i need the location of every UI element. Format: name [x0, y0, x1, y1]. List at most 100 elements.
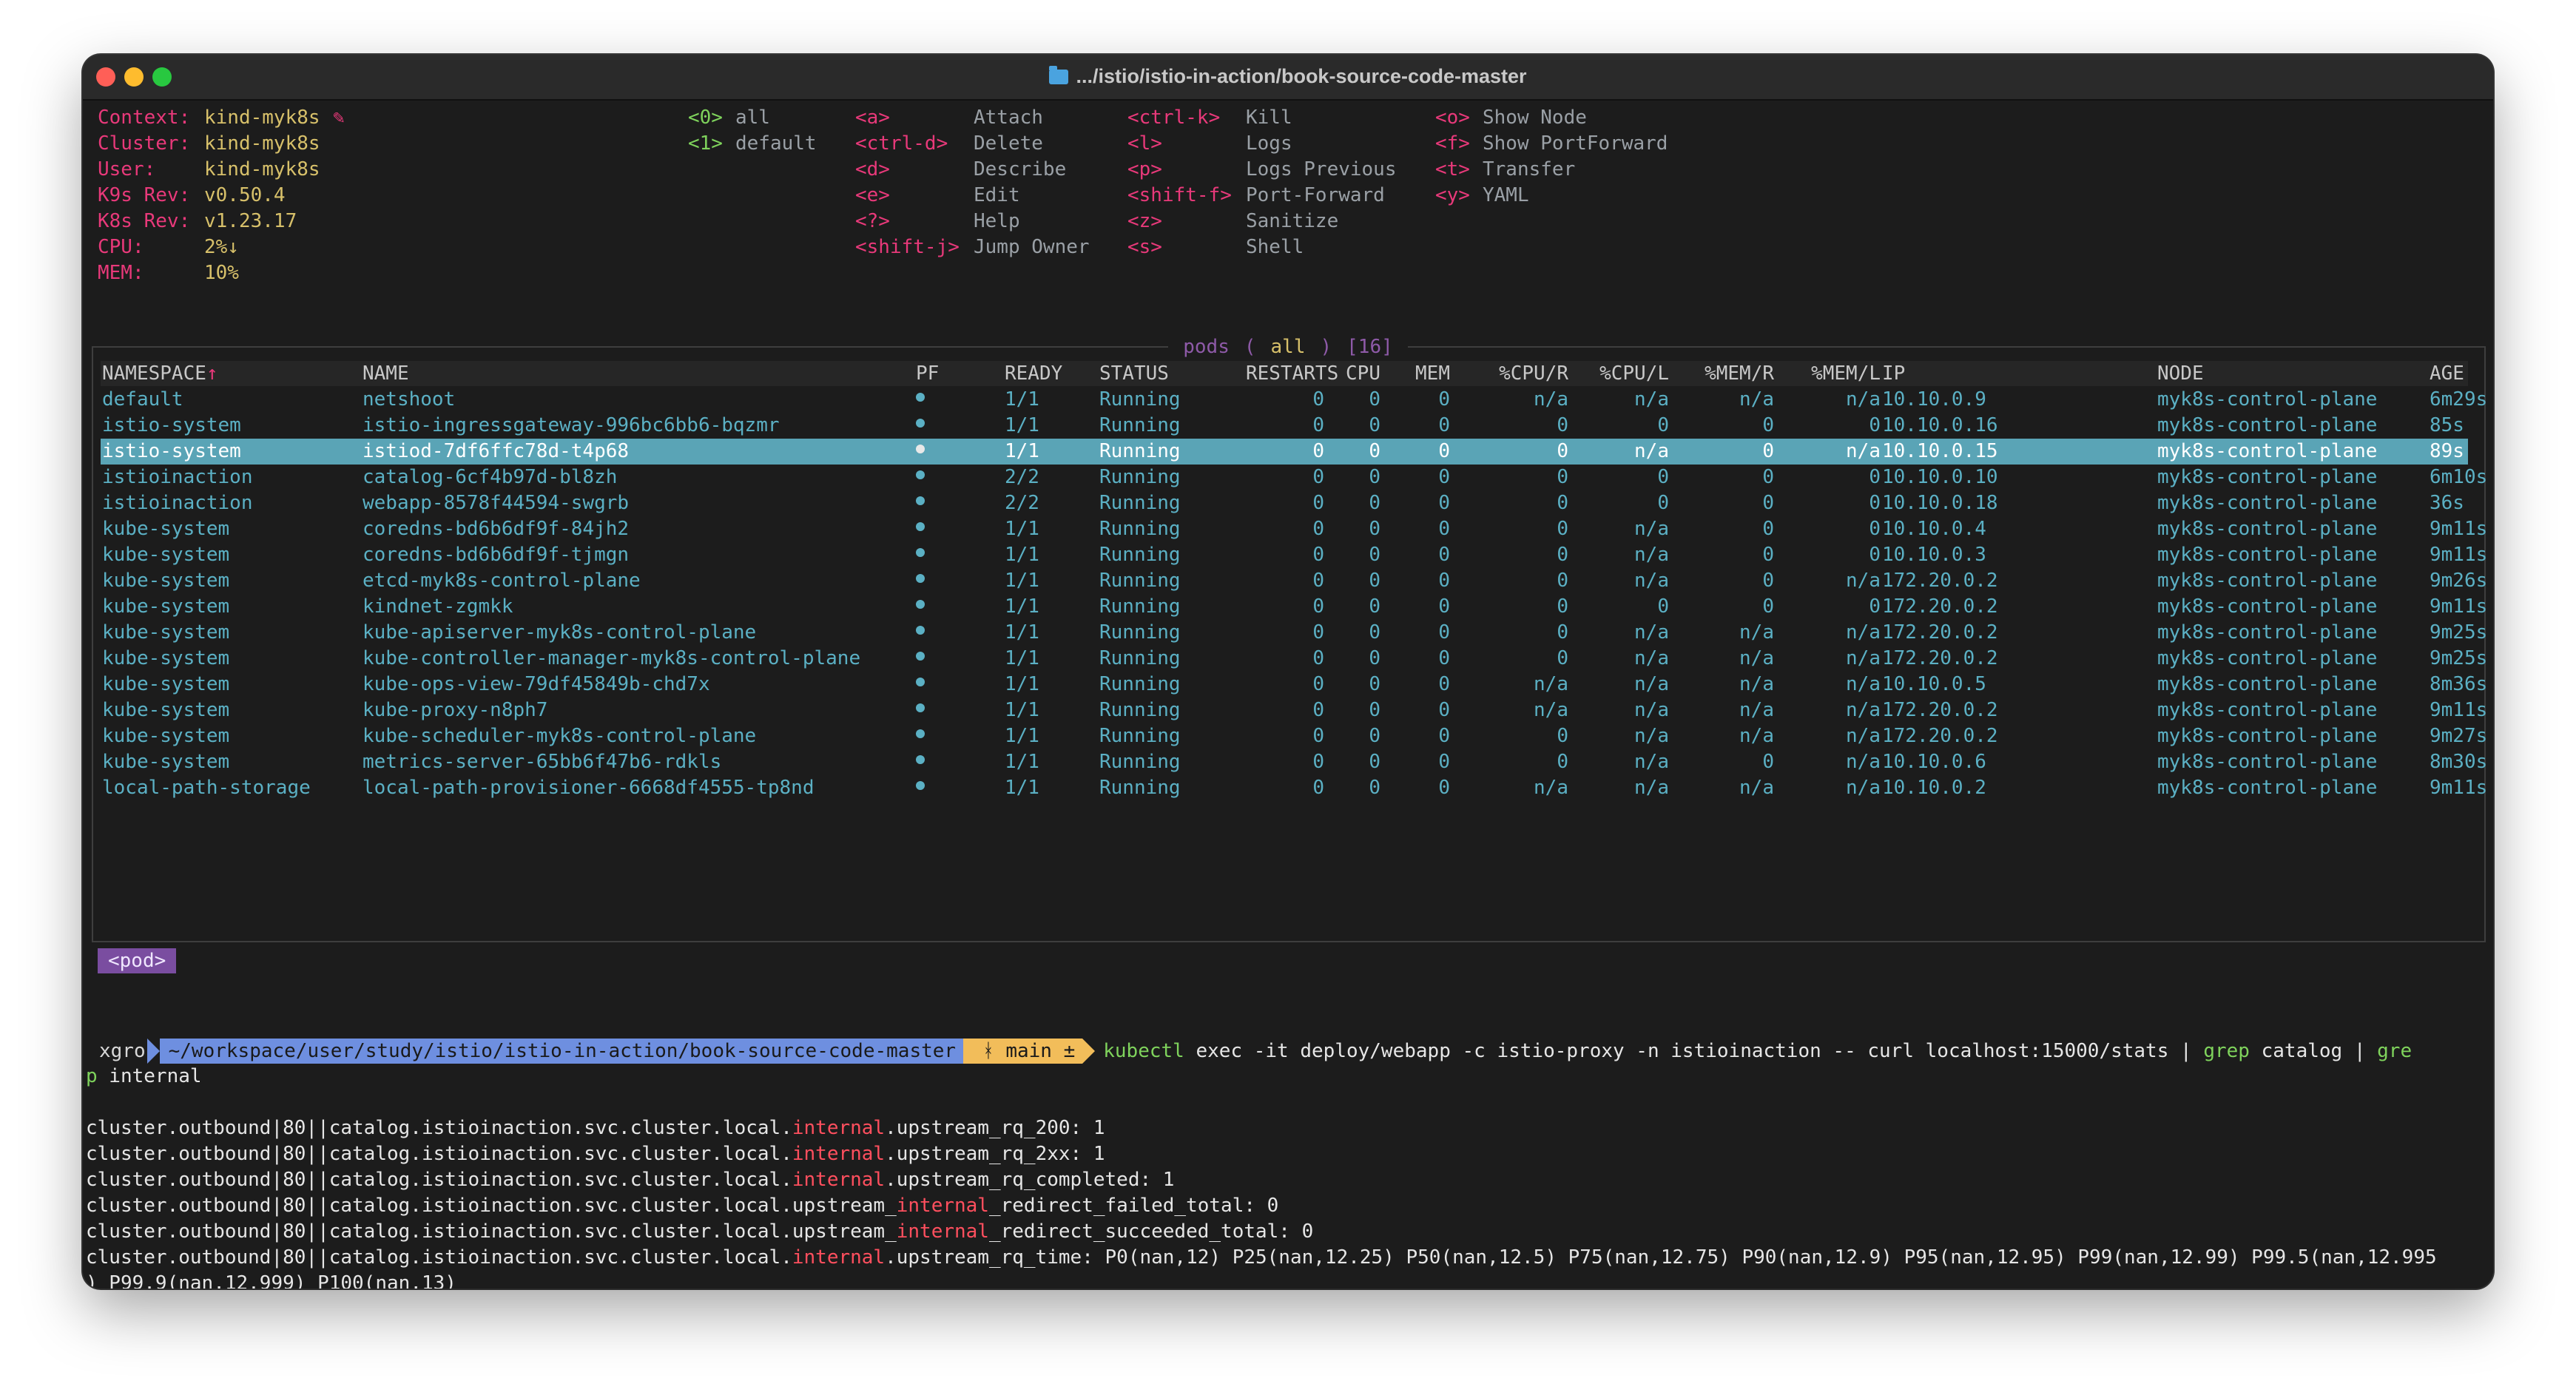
- column-header[interactable]: %CPU/R: [1486, 361, 1568, 387]
- shortcut-label[interactable]: Show PortForward: [1483, 131, 1668, 157]
- table-row[interactable]: istio-system istiod-7df6ffc78d-t4p68 ● 1/1 R…: [101, 439, 2468, 465]
- shortcut-label[interactable]: Jump Owner: [974, 234, 1090, 260]
- namespace-shortcut-key[interactable]: <1>: [688, 131, 723, 157]
- table-cell: kube-apiserver-myk8s-control-plane: [363, 621, 757, 644]
- namespace-shortcut-label[interactable]: default: [735, 131, 817, 157]
- table-row[interactable]: kube-system etcd-myk8s-control-plane ● 1/1 R…: [101, 568, 2487, 594]
- column-header[interactable]: %MEM/L: [1798, 361, 1881, 387]
- column-header-namespace[interactable]: NAMESPACE↑: [102, 361, 218, 387]
- shortcut-key[interactable]: <t>: [1435, 157, 1470, 183]
- table-cell: 0: [1869, 466, 1881, 488]
- table-cell: 0: [1657, 492, 1669, 514]
- table-cell: 0: [1557, 414, 1568, 436]
- shortcut-label[interactable]: YAML: [1483, 183, 1529, 209]
- shortcut-key[interactable]: <?>: [855, 209, 890, 234]
- column-header[interactable]: RESTARTS: [1246, 361, 1338, 387]
- table-row[interactable]: kube-system metrics-server-65bb6f47b6-rdk…: [101, 749, 2487, 775]
- shortcut-label[interactable]: Delete: [974, 131, 1043, 157]
- column-header[interactable]: IP: [1882, 361, 1905, 387]
- table-cell: 1/1: [1005, 544, 1039, 566]
- sort-ascending-icon: ↑: [206, 362, 218, 385]
- table-row[interactable]: kube-system coredns-bd6b6df9f-tjmgn ● 1/1 Ru…: [101, 542, 2487, 568]
- table-cell: 172.20.0.2: [1882, 595, 1998, 618]
- shortcut-label[interactable]: Shell: [1246, 234, 1304, 260]
- column-header[interactable]: NODE: [2157, 361, 2204, 387]
- table-cell: 0: [1762, 466, 1774, 488]
- table-row[interactable]: default netshoot ● 1/1 Running 0 0 0 n/a n/a n/a n/…: [101, 387, 2487, 413]
- shortcut-key[interactable]: <e>: [855, 183, 890, 209]
- table-cell: Running: [1099, 621, 1181, 644]
- table-cell: 0: [1369, 777, 1380, 799]
- shortcut-key[interactable]: <z>: [1127, 209, 1162, 234]
- shortcut-label[interactable]: Transfer: [1483, 157, 1575, 183]
- shortcut-label[interactable]: Help: [974, 209, 1020, 234]
- info-value: v0.50.4: [204, 184, 286, 206]
- table-row[interactable]: istio-system istio-ingressgateway-996bc6b…: [101, 413, 2468, 439]
- info-label: Context:: [98, 107, 191, 129]
- shortcut-label[interactable]: Sanitize: [1246, 209, 1338, 234]
- column-header[interactable]: %MEM/R: [1691, 361, 1774, 387]
- table-row[interactable]: istioinaction catalog-6cf4b97d-bl8zh ● 2/2 R…: [101, 465, 2487, 490]
- column-header[interactable]: NAME: [363, 361, 409, 387]
- pf-status-icon: ●: [916, 542, 925, 568]
- table-cell: 172.20.0.2: [1882, 699, 1998, 721]
- table-cell: 0: [1369, 647, 1380, 669]
- column-header[interactable]: CPU: [1343, 361, 1380, 387]
- shortcut-key[interactable]: <o>: [1435, 105, 1470, 131]
- shortcut-label[interactable]: Attach: [974, 105, 1043, 131]
- shortcut-key[interactable]: <y>: [1435, 183, 1470, 209]
- shortcut-label[interactable]: Logs Previous: [1246, 157, 1397, 183]
- shortcut-key[interactable]: <shift-j>: [855, 234, 960, 260]
- table-cell: 172.20.0.2: [1882, 621, 1998, 644]
- table-row[interactable]: kube-system kindnet-zgmkk ● 1/1 Running 0 0 0 0 0…: [101, 594, 2487, 620]
- command-line[interactable]: kubectl exec -it deploy/webapp -c istio-…: [1082, 1039, 2412, 1064]
- column-header[interactable]: AGE: [2430, 361, 2464, 387]
- table-row[interactable]: kube-system kube-ops-view-79df45849b-chd7…: [101, 672, 2487, 698]
- table-row[interactable]: kube-system kube-controller-manager-myk8s…: [101, 646, 2487, 672]
- table-cell: kube-system: [102, 544, 230, 566]
- shortcut-key[interactable]: <l>: [1127, 131, 1162, 157]
- shortcut-label[interactable]: Port-Forward: [1246, 183, 1385, 209]
- table-cell: myk8s-control-plane: [2157, 777, 2378, 799]
- pf-status-icon: ●: [916, 775, 925, 801]
- column-header[interactable]: MEM: [1413, 361, 1450, 387]
- shortcut-label[interactable]: Logs: [1246, 131, 1292, 157]
- shortcut-key[interactable]: <p>: [1127, 157, 1162, 183]
- table-cell: myk8s-control-plane: [2157, 518, 2378, 540]
- namespace-shortcut-label[interactable]: all: [735, 105, 770, 131]
- table-cell: 0: [1762, 414, 1774, 436]
- table-cell: n/a: [1739, 388, 1774, 411]
- table-cell: 0: [1869, 414, 1881, 436]
- table-row[interactable]: istioinaction webapp-8578f44594-swgrb ● 2/2…: [101, 490, 2468, 516]
- column-header[interactable]: READY: [1005, 361, 1062, 387]
- breadcrumb[interactable]: <pod>: [98, 948, 177, 973]
- shortcut-label[interactable]: Edit: [974, 183, 1020, 209]
- table-row[interactable]: kube-system kube-apiserver-myk8s-control-…: [101, 620, 2487, 646]
- shortcut-key[interactable]: <d>: [855, 157, 890, 183]
- shortcut-key[interactable]: <ctrl-k>: [1127, 105, 1220, 131]
- table-cell: etcd-myk8s-control-plane: [363, 570, 641, 592]
- shortcut-key[interactable]: <a>: [855, 105, 890, 131]
- column-header[interactable]: %CPU/L: [1586, 361, 1669, 387]
- table-cell: myk8s-control-plane: [2157, 544, 2378, 566]
- shortcut-label[interactable]: Kill: [1246, 105, 1292, 131]
- table-cell: n/a: [1634, 544, 1669, 566]
- shortcut-label[interactable]: Show Node: [1483, 105, 1587, 131]
- table-cell: 9m26s: [2430, 570, 2488, 592]
- column-header[interactable]: PF: [916, 361, 939, 387]
- shortcut-key[interactable]: <shift-f>: [1127, 183, 1232, 209]
- terminal-area[interactable]: Context: kind-myk8s ✎ Cluster: kind-myk8s Use…: [83, 99, 2493, 1289]
- pf-status-icon: ●: [916, 413, 925, 439]
- table-row[interactable]: kube-system coredns-bd6b6df9f-84jh2 ● 1/1 Ru…: [101, 516, 2487, 542]
- namespace-shortcut-key[interactable]: <0>: [688, 105, 723, 131]
- shortcut-label[interactable]: Describe: [974, 157, 1066, 183]
- table-row[interactable]: kube-system kube-proxy-n8ph7 ● 1/1 Running 0 0…: [101, 698, 2487, 723]
- table-row[interactable]: kube-system kube-scheduler-myk8s-control-…: [101, 723, 2487, 749]
- shortcut-key[interactable]: <s>: [1127, 234, 1162, 260]
- shortcut-key[interactable]: <ctrl-d>: [855, 131, 948, 157]
- pf-status-icon: ●: [916, 490, 925, 516]
- column-header[interactable]: STATUS: [1099, 361, 1169, 387]
- table-cell: kube-system: [102, 725, 230, 747]
- shortcut-key[interactable]: <f>: [1435, 131, 1470, 157]
- table-row[interactable]: local-path-storage local-path-provisioner…: [101, 775, 2487, 801]
